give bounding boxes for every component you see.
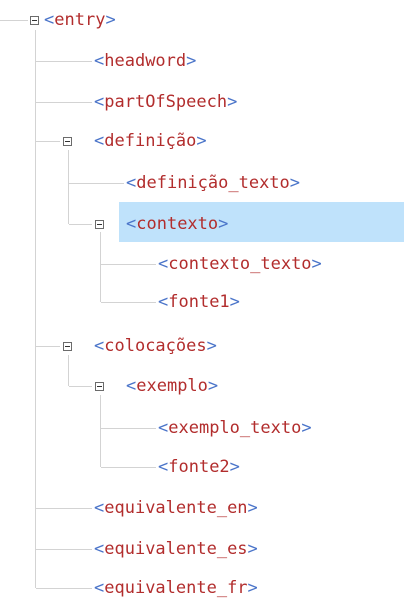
collapse-minus-icon[interactable] xyxy=(63,137,72,146)
tree-node-equivalente-fr[interactable]: < equivalente_fr > xyxy=(94,573,258,598)
node-label: equivalente_fr xyxy=(104,577,248,598)
node-label: headword xyxy=(104,50,187,71)
tree-node-contexto[interactable]: < contexto > xyxy=(126,209,228,239)
xml-tree-view: < entry > < headword > < partOfSpeech > < defin… xyxy=(0,0,404,598)
collapse-minus-icon[interactable] xyxy=(30,16,39,25)
node-label: definição_texto xyxy=(136,172,290,193)
node-label: contexto xyxy=(136,213,219,234)
tree-node-fonte1[interactable]: < fonte1 > xyxy=(158,287,240,317)
collapse-minus-icon[interactable] xyxy=(63,342,72,351)
tree-node-contexto-texto[interactable]: < contexto_texto > xyxy=(158,249,322,279)
tree-node-definicao[interactable]: < definição > xyxy=(94,126,207,156)
node-label: fonte2 xyxy=(168,456,230,477)
node-label: exemplo xyxy=(136,375,208,396)
node-label: fonte1 xyxy=(168,291,230,312)
collapse-minus-icon[interactable] xyxy=(95,220,104,229)
node-label: definição xyxy=(104,130,197,151)
tree-node-partofspeech[interactable]: < partOfSpeech > xyxy=(94,87,237,117)
tree-node-equivalente-en[interactable]: < equivalente_en > xyxy=(94,493,258,523)
node-label: entry xyxy=(54,9,106,30)
node-label: equivalente_es xyxy=(104,538,248,559)
tree-node-definicao-texto[interactable]: < definição_texto > xyxy=(126,168,300,198)
node-label: exemplo_texto xyxy=(168,417,302,438)
node-label: contexto_texto xyxy=(168,253,312,274)
tree-node-exemplo-texto[interactable]: < exemplo_texto > xyxy=(158,413,312,443)
node-label: equivalente_en xyxy=(104,497,248,518)
tree-node-exemplo[interactable]: < exemplo > xyxy=(126,371,218,401)
node-label: colocações xyxy=(104,335,207,356)
tree-node-equivalente-es[interactable]: < equivalente_es > xyxy=(94,534,258,564)
tree-node-fonte2[interactable]: < fonte2 > xyxy=(158,452,240,482)
tree-node-entry[interactable]: < entry > xyxy=(44,5,116,35)
tree-node-colocacoes[interactable]: < colocações > xyxy=(94,331,217,361)
tree-node-headword[interactable]: < headword > xyxy=(94,46,196,76)
node-label: partOfSpeech xyxy=(104,91,228,112)
collapse-minus-icon[interactable] xyxy=(95,382,104,391)
